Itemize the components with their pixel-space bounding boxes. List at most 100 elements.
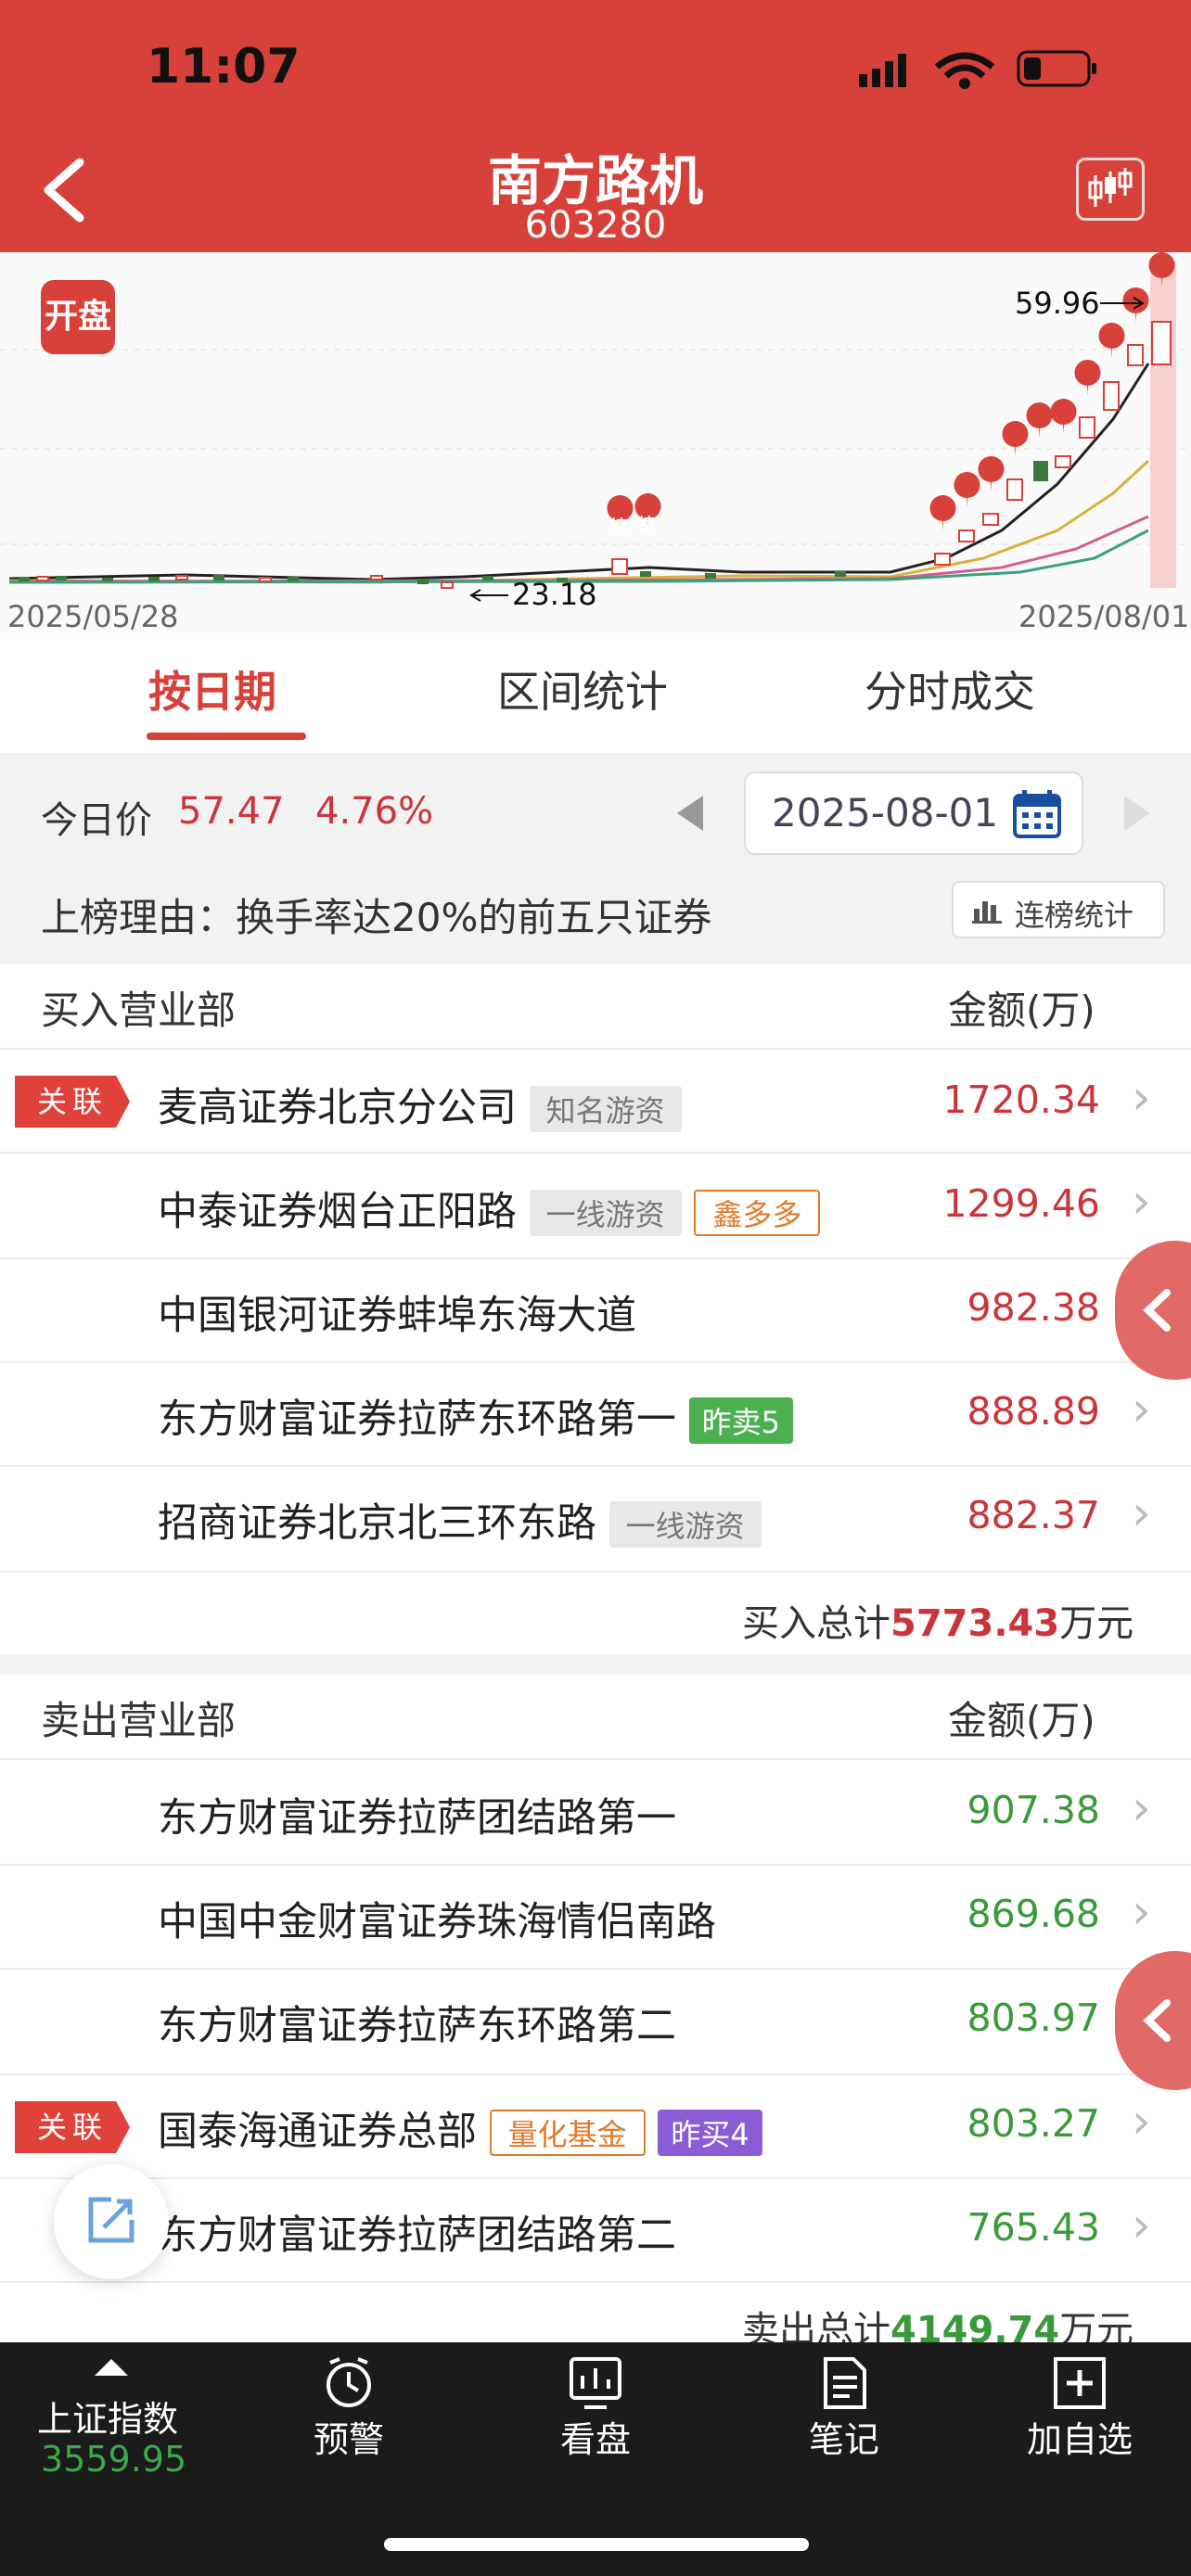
divider bbox=[0, 1152, 1191, 1154]
sell-row-name[interactable]: 国泰海通证券总部 量化基金 昨买4 bbox=[158, 2099, 762, 2157]
broker-name: 中国银河证券蚌埠东海大道 bbox=[158, 1293, 636, 1339]
buy-amount: 888.89 bbox=[967, 1389, 1100, 1434]
tab-intraday-trades[interactable]: 分时成交 bbox=[864, 658, 1035, 720]
chevron-right-icon[interactable]: › bbox=[1132, 1174, 1151, 1230]
chevron-left-icon bbox=[1143, 1999, 1171, 2042]
chevron-right-icon[interactable]: › bbox=[1132, 1884, 1151, 1940]
tab-by-date[interactable]: 按日期 bbox=[148, 658, 276, 720]
buy-row-name[interactable]: 东方财富证券拉萨东环路第一 昨卖5 bbox=[158, 1387, 794, 1445]
section-gap bbox=[0, 1654, 1191, 1675]
share-icon bbox=[88, 2197, 134, 2243]
divider bbox=[0, 1571, 1191, 1573]
buy-amount: 982.38 bbox=[967, 1285, 1100, 1330]
date-picker-value: 2025-08-01 bbox=[772, 790, 999, 835]
today-price-change: 4.76% bbox=[315, 790, 434, 833]
side-expand-button[interactable] bbox=[1115, 1951, 1191, 2090]
buy-row-name[interactable]: 麦高证券北京分公司 知名游资 bbox=[158, 1076, 682, 1133]
tag-bought-yesterday: 昨买4 bbox=[658, 2110, 762, 2156]
divider bbox=[0, 2177, 1191, 2179]
broker-name: 东方财富证券拉萨团结路第二 bbox=[158, 2213, 676, 2259]
share-button[interactable] bbox=[54, 2164, 169, 2279]
tab-range-stats[interactable]: 区间统计 bbox=[497, 658, 668, 720]
status-time: 11:07 bbox=[147, 39, 301, 95]
consecutive-stats-button[interactable]: 连榜统计 bbox=[952, 881, 1165, 938]
broker-name: 招商证券北京北三环东路 bbox=[158, 1500, 596, 1547]
status-icons bbox=[859, 50, 1096, 89]
calendar-icon[interactable] bbox=[1011, 788, 1063, 840]
buy-amount-header: 金额(万) bbox=[948, 988, 1095, 1033]
nav-watch[interactable]: 看盘 bbox=[521, 2411, 670, 2462]
chevron-right-icon[interactable]: › bbox=[1132, 1070, 1151, 1126]
tag-famous-hot-money: 知名游资 bbox=[529, 1086, 682, 1132]
tag-first-line-hot-money: 一线游资 bbox=[608, 1501, 762, 1548]
divider bbox=[0, 1257, 1191, 1259]
chevron-right-icon[interactable]: › bbox=[1132, 2094, 1151, 2149]
today-price-label: 今日价 bbox=[41, 799, 152, 842]
nav-alert[interactable]: 预警 bbox=[275, 2411, 423, 2462]
chevron-right-icon[interactable]: › bbox=[1132, 2198, 1151, 2253]
buy-row-name[interactable]: 中国银河证券蚌埠东海大道 bbox=[158, 1283, 636, 1341]
buy-row-name[interactable]: 招商证券北京北三环东路 一线游资 bbox=[158, 1491, 762, 1549]
sell-row-name[interactable]: 东方财富证券拉萨东环路第二 bbox=[158, 1994, 676, 2051]
tag-quant-fund: 量化基金 bbox=[489, 2110, 646, 2156]
broker-name: 东方财富证券拉萨团结路第一 bbox=[158, 1795, 676, 1842]
svg-text:榜: 榜 bbox=[638, 515, 655, 535]
tag-xinduoduo: 鑫多多 bbox=[694, 1190, 821, 1236]
buy-total-unit: 万元 bbox=[1059, 1602, 1134, 1645]
divider bbox=[0, 1758, 1191, 1760]
monitor-icon bbox=[568, 2355, 623, 2415]
divider bbox=[0, 1465, 1191, 1467]
buy-total-value: 5773.43 bbox=[890, 1602, 1060, 1645]
sell-amount-header: 金额(万) bbox=[948, 1698, 1095, 1743]
divider bbox=[0, 2281, 1191, 2283]
tab-underline bbox=[147, 733, 306, 740]
today-price-value: 57.47 bbox=[178, 790, 285, 833]
sell-amount: 907.38 bbox=[967, 1788, 1100, 1832]
related-tag[interactable]: 关联 bbox=[15, 2101, 130, 2153]
listing-reason: 上榜理由：换手率达20%的前五只证券 bbox=[41, 895, 712, 940]
buy-amount: 1720.34 bbox=[942, 1078, 1100, 1122]
chevron-left-icon bbox=[1143, 1289, 1171, 1332]
buy-amount: 882.37 bbox=[967, 1493, 1100, 1537]
chevron-right-icon[interactable]: › bbox=[1132, 1780, 1151, 1836]
note-icon bbox=[816, 2355, 872, 2415]
tag-sold-yesterday: 昨卖5 bbox=[688, 1397, 794, 1444]
home-indicator bbox=[384, 2538, 809, 2551]
divider bbox=[0, 1864, 1191, 1866]
broker-name: 中国中金财富证券珠海情侣南路 bbox=[158, 1899, 716, 1945]
broker-name: 东方财富证券拉萨东环路第二 bbox=[158, 2003, 676, 2049]
prev-date-arrow-icon[interactable] bbox=[672, 790, 709, 836]
broker-name: 国泰海通证券总部 bbox=[158, 2109, 477, 2155]
chart-end-date: 2025/08/01 bbox=[1018, 599, 1190, 634]
sell-section-title: 卖出营业部 bbox=[41, 1698, 237, 1743]
sell-row-name[interactable]: 东方财富证券拉萨团结路第一 bbox=[158, 1786, 676, 1843]
sell-row-name[interactable]: 东方财富证券拉萨团结路第二 bbox=[158, 2203, 676, 2261]
chart-start-date: 2025/05/28 bbox=[7, 599, 179, 634]
next-date-arrow-icon[interactable] bbox=[1119, 790, 1156, 836]
chart-high-label: 59.96 bbox=[1015, 286, 1100, 321]
sell-row-name[interactable]: 中国中金财富证券珠海情侣南路 bbox=[158, 1890, 716, 1947]
alarm-clock-icon bbox=[321, 2355, 377, 2415]
candlestick-icon[interactable] bbox=[1076, 158, 1145, 221]
side-expand-button[interactable] bbox=[1115, 1241, 1191, 1380]
add-watchlist-icon bbox=[1052, 2355, 1108, 2415]
chevron-right-icon[interactable]: › bbox=[1132, 1486, 1151, 1541]
tag-first-line-hot-money: 一线游资 bbox=[529, 1190, 682, 1236]
index-value: 3559.95 bbox=[41, 2439, 187, 2480]
open-badge[interactable]: 开盘 bbox=[41, 280, 115, 354]
nav-add-watchlist[interactable]: 加自选 bbox=[1005, 2411, 1154, 2462]
broker-name: 东方财富证券拉萨东环路第一 bbox=[158, 1396, 676, 1443]
sell-amount: 803.97 bbox=[967, 1996, 1100, 2040]
divider bbox=[0, 1361, 1191, 1363]
stock-code: 603280 bbox=[524, 204, 667, 247]
index-name[interactable]: 上证指数 bbox=[37, 2391, 178, 2442]
buy-row-name[interactable]: 中泰证券烟台正阳路 一线游资 鑫多多 bbox=[158, 1180, 821, 1237]
related-tag[interactable]: 关联 bbox=[15, 1076, 130, 1128]
nav-notes[interactable]: 笔记 bbox=[770, 2411, 918, 2462]
sell-amount: 803.27 bbox=[967, 2101, 1100, 2146]
divider bbox=[0, 1048, 1191, 1050]
broker-name: 麦高证券北京分公司 bbox=[158, 1085, 517, 1131]
chevron-right-icon[interactable]: › bbox=[1132, 1382, 1151, 1437]
buy-amount: 1299.46 bbox=[942, 1181, 1100, 1226]
chart-low-label: 23.18 bbox=[512, 577, 597, 612]
